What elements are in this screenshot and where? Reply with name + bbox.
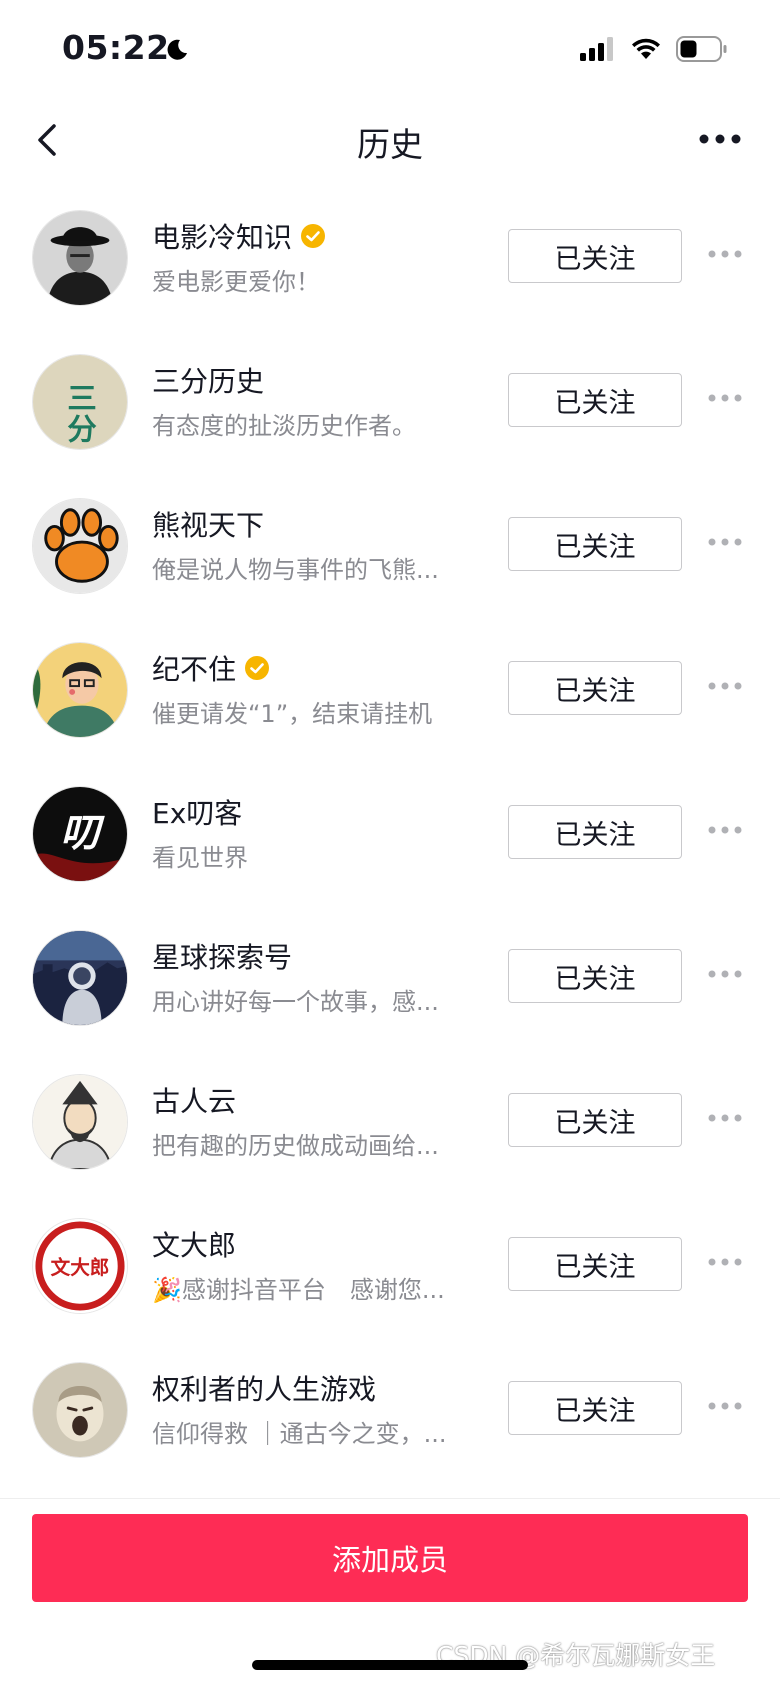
battery-icon <box>676 36 727 62</box>
status-time: 05:22 <box>62 28 170 67</box>
divider <box>0 1498 780 1499</box>
account-description: 有态度的扯淡历史作者。 <box>152 412 416 440</box>
wifi-icon <box>632 38 660 59</box>
avatar[interactable] <box>32 1362 128 1458</box>
list-item[interactable]: 星球探索号 用心讲好每一个故事，感... 已关注 <box>0 910 780 1054</box>
verified-badge-icon <box>245 656 270 680</box>
following-button[interactable]: 已关注 <box>508 229 682 283</box>
account-description: 把有趣的历史做成动画给... <box>152 1132 439 1160</box>
account-name: 熊视天下 <box>152 509 265 542</box>
account-description: 用心讲好每一个故事，感... <box>152 988 439 1016</box>
account-description: 爱电影更爱你！ <box>152 268 320 296</box>
account-name: 星球探索号 <box>152 941 293 974</box>
list-item[interactable]: 叨 Ex叨客 看见世界 已关注 <box>0 766 780 910</box>
more-options-icon[interactable] <box>708 680 742 692</box>
more-options-icon[interactable] <box>698 132 742 146</box>
account-name: 古人云 <box>152 1085 237 1118</box>
more-options-icon[interactable] <box>708 248 742 260</box>
list-item[interactable]: 文大郎 文大郎 🎉感谢抖音平台 感谢您... 已关注 <box>0 1198 780 1342</box>
more-options-icon[interactable] <box>708 1112 742 1124</box>
account-name: 三分历史 <box>152 365 265 398</box>
account-name: Ex叨客 <box>152 797 243 830</box>
list-item[interactable]: 三分 三分历史 有态度的扯淡历史作者。 已关注 <box>0 334 780 478</box>
account-name: 电影冷知识 <box>152 221 293 254</box>
more-options-icon[interactable] <box>708 536 742 548</box>
more-options-icon[interactable] <box>708 968 742 980</box>
list-item[interactable]: 权利者的人生游戏 信仰得救 ｜通古今之变，... 已关注 <box>0 1342 780 1486</box>
more-options-icon[interactable] <box>708 824 742 836</box>
list-item[interactable]: 纪不住 催更请发“1”，结束请挂机 已关注 <box>0 622 780 766</box>
avatar-text: 叨 <box>60 811 105 856</box>
following-button[interactable]: 已关注 <box>508 517 682 571</box>
home-indicator[interactable] <box>252 1660 528 1670</box>
list-item[interactable]: 熊视天下 俺是说人物与事件的飞熊... 已关注 <box>0 478 780 622</box>
following-button[interactable]: 已关注 <box>508 661 682 715</box>
add-member-button[interactable]: 添加成员 <box>32 1514 748 1602</box>
nav-bar: 历史 <box>0 100 780 180</box>
more-options-icon[interactable] <box>708 392 742 404</box>
list-item[interactable]: 电影冷知识 爱电影更爱你！ 已关注 <box>0 190 780 334</box>
more-options-icon[interactable] <box>708 1256 742 1268</box>
status-bar: 05:22 <box>0 0 780 100</box>
following-button[interactable]: 已关注 <box>508 805 682 859</box>
account-name: 文大郎 <box>152 1229 237 1262</box>
avatar[interactable] <box>32 498 128 594</box>
account-name: 权利者的人生游戏 <box>152 1373 377 1406</box>
avatar-text: 文大郎 <box>51 1256 110 1279</box>
avatar[interactable] <box>32 210 128 306</box>
avatar[interactable] <box>32 1074 128 1170</box>
account-description: 催更请发“1”，结束请挂机 <box>152 700 433 728</box>
avatar[interactable]: 叨 <box>32 786 128 882</box>
moon-icon <box>167 39 187 60</box>
account-description: 信仰得救 ｜通古今之变，... <box>152 1420 447 1448</box>
following-button[interactable]: 已关注 <box>508 949 682 1003</box>
avatar[interactable] <box>32 642 128 738</box>
account-description: 看见世界 <box>152 844 248 872</box>
avatar[interactable]: 文大郎 <box>32 1218 128 1314</box>
list-item[interactable]: 古人云 把有趣的历史做成动画给... 已关注 <box>0 1054 780 1198</box>
page-title: 历史 <box>357 125 423 164</box>
following-button[interactable]: 已关注 <box>508 1093 682 1147</box>
following-button[interactable]: 已关注 <box>508 1237 682 1291</box>
verified-badge-icon <box>301 224 326 248</box>
following-button[interactable]: 已关注 <box>508 373 682 427</box>
avatar[interactable]: 三分 <box>32 354 128 450</box>
cellular-signal-icon <box>580 37 613 61</box>
more-options-icon[interactable] <box>708 1400 742 1412</box>
following-button[interactable]: 已关注 <box>508 1381 682 1435</box>
account-name: 纪不住 <box>152 653 237 686</box>
member-list: 电影冷知识 爱电影更爱你！ 已关注 三分 三分历史 有态度的扯淡历史作者。 已关… <box>0 190 780 1486</box>
avatar-text: 三分 <box>63 382 97 445</box>
avatar[interactable] <box>32 930 128 1026</box>
account-description: 🎉感谢抖音平台 感谢您... <box>152 1276 445 1304</box>
account-description: 俺是说人物与事件的飞熊... <box>152 556 439 584</box>
